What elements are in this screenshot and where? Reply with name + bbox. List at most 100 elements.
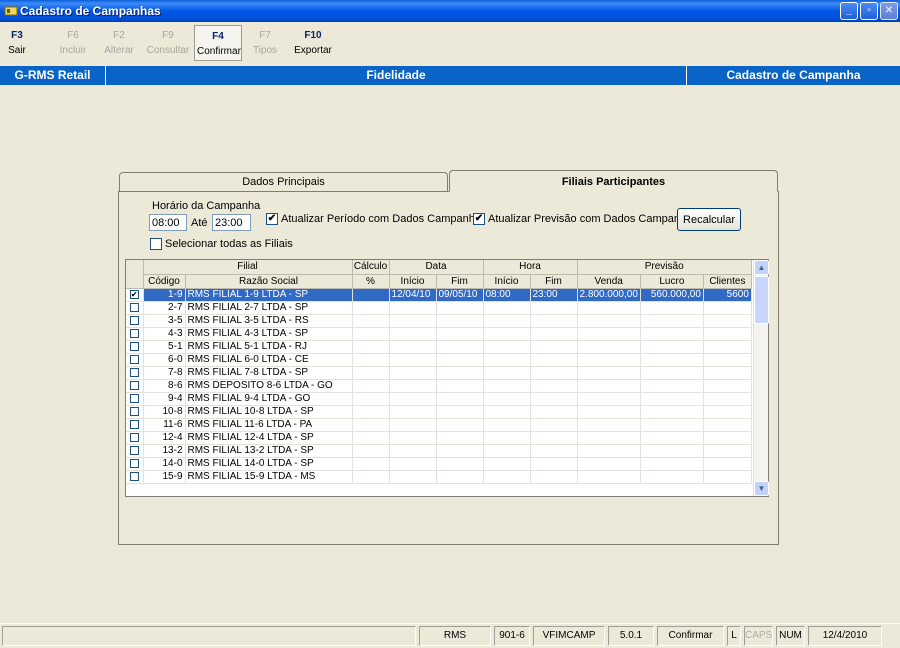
cell-lucro[interactable]: 560.000,00 [640,288,704,302]
cell-data-fim[interactable] [436,353,484,367]
cell-hora-fim[interactable] [530,470,578,484]
select-all-checkbox[interactable] [150,238,162,250]
row-checkbox-cell[interactable] [126,457,144,471]
row-checkbox-cell[interactable] [126,366,144,380]
cell-data-fim[interactable]: 09/05/10 [436,288,484,302]
cell-clientes[interactable] [703,418,752,432]
cell-pct[interactable] [352,366,390,380]
cell-data-ini[interactable] [389,314,437,328]
cell-codigo[interactable]: 6-0 [143,353,186,367]
cell-data-fim[interactable] [436,379,484,393]
cell-data-ini[interactable] [389,353,437,367]
row-checkbox[interactable] [129,302,139,312]
cell-hora-fim[interactable] [530,314,578,328]
cell-data-ini[interactable] [389,470,437,484]
cell-data-ini[interactable] [389,405,437,419]
col-percent[interactable]: % [352,274,390,289]
col-data-inicio[interactable]: Início [389,274,437,289]
row-checkbox[interactable] [129,393,139,403]
cell-lucro[interactable] [640,353,704,367]
cell-venda[interactable] [577,379,641,393]
cell-codigo[interactable]: 3-5 [143,314,186,328]
cell-razao[interactable]: RMS FILIAL 4-3 LTDA - SP [185,327,353,341]
cell-hora-fim[interactable] [530,444,578,458]
cell-pct[interactable] [352,379,390,393]
table-row[interactable]: 12-4 RMS FILIAL 12-4 LTDA - SP [126,431,752,445]
cell-razao[interactable]: RMS FILIAL 9-4 LTDA - GO [185,392,353,406]
cell-hora-ini[interactable] [483,301,531,315]
cell-hora-fim[interactable] [530,431,578,445]
cell-lucro[interactable] [640,444,704,458]
cell-data-fim[interactable] [436,340,484,354]
cell-venda[interactable] [577,327,641,341]
cell-clientes[interactable] [703,327,752,341]
cell-pct[interactable] [352,327,390,341]
cell-hora-fim[interactable]: 23:00 [530,288,578,302]
table-row[interactable]: 10-8 RMS FILIAL 10-8 LTDA - SP [126,405,752,419]
cell-hora-fim[interactable] [530,418,578,432]
row-checkbox[interactable] [129,328,139,338]
cell-data-fim[interactable] [436,418,484,432]
cell-codigo[interactable]: 10-8 [143,405,186,419]
cell-data-fim[interactable] [436,327,484,341]
cell-data-ini[interactable] [389,366,437,380]
cell-codigo[interactable]: 15-9 [143,470,186,484]
update-forecast-checkbox[interactable]: ✔ [473,213,485,225]
cell-hora-ini[interactable] [483,327,531,341]
row-checkbox[interactable] [129,432,139,442]
col-lucro[interactable]: Lucro [640,274,704,289]
table-row[interactable]: ✔ 1-9 RMS FILIAL 1-9 LTDA - SP 12/04/10 09/0… [126,288,752,302]
cell-pct[interactable] [352,288,390,302]
cell-data-ini[interactable] [389,392,437,406]
cell-hora-ini[interactable]: 08:00 [483,288,531,302]
consult-button[interactable]: F9 Consultar [146,30,190,56]
row-checkbox[interactable]: ✔ [129,289,139,299]
table-row[interactable]: 2-7 RMS FILIAL 2-7 LTDA - SP [126,301,752,315]
col-hora-fim[interactable]: Fim [530,274,578,289]
row-checkbox-cell[interactable] [126,379,144,393]
cell-razao[interactable]: RMS FILIAL 7-8 LTDA - SP [185,366,353,380]
table-row[interactable]: 9-4 RMS FILIAL 9-4 LTDA - GO [126,392,752,406]
cell-pct[interactable] [352,314,390,328]
cell-pct[interactable] [352,340,390,354]
cell-hora-ini[interactable] [483,340,531,354]
cell-pct[interactable] [352,392,390,406]
row-checkbox[interactable] [129,471,139,481]
cell-codigo[interactable]: 4-3 [143,327,186,341]
cell-clientes[interactable] [703,392,752,406]
cell-hora-ini[interactable] [483,314,531,328]
cell-venda[interactable] [577,405,641,419]
cell-hora-fim[interactable] [530,340,578,354]
row-checkbox[interactable] [129,315,139,325]
table-row[interactable]: 11-6 RMS FILIAL 11-6 LTDA - PA [126,418,752,432]
cell-codigo[interactable]: 1-9 [143,288,186,302]
tab-filiais-participantes[interactable]: Filiais Participantes [449,170,778,192]
row-checkbox[interactable] [129,341,139,351]
cell-venda[interactable] [577,314,641,328]
cell-lucro[interactable] [640,470,704,484]
cell-codigo[interactable]: 13-2 [143,444,186,458]
cell-clientes[interactable] [703,405,752,419]
row-checkbox[interactable] [129,419,139,429]
cell-hora-fim[interactable] [530,327,578,341]
cell-hora-ini[interactable] [483,405,531,419]
row-checkbox-cell[interactable] [126,353,144,367]
scroll-up-icon[interactable]: ▲ [754,260,769,275]
cell-data-fim[interactable] [436,301,484,315]
cell-venda[interactable] [577,392,641,406]
table-row[interactable]: 7-8 RMS FILIAL 7-8 LTDA - SP [126,366,752,380]
col-codigo[interactable]: Código [143,274,186,289]
cell-venda[interactable] [577,457,641,471]
cell-data-fim[interactable] [436,405,484,419]
row-checkbox[interactable] [129,406,139,416]
col-razao-social[interactable]: Razão Social [185,274,353,289]
cell-venda[interactable] [577,418,641,432]
cell-venda[interactable] [577,431,641,445]
cell-razao[interactable]: RMS FILIAL 2-7 LTDA - SP [185,301,353,315]
cell-clientes[interactable] [703,444,752,458]
cell-codigo[interactable]: 5-1 [143,340,186,354]
cell-hora-ini[interactable] [483,444,531,458]
start-time-input[interactable] [149,214,187,231]
row-checkbox-cell[interactable] [126,431,144,445]
cell-venda[interactable] [577,353,641,367]
